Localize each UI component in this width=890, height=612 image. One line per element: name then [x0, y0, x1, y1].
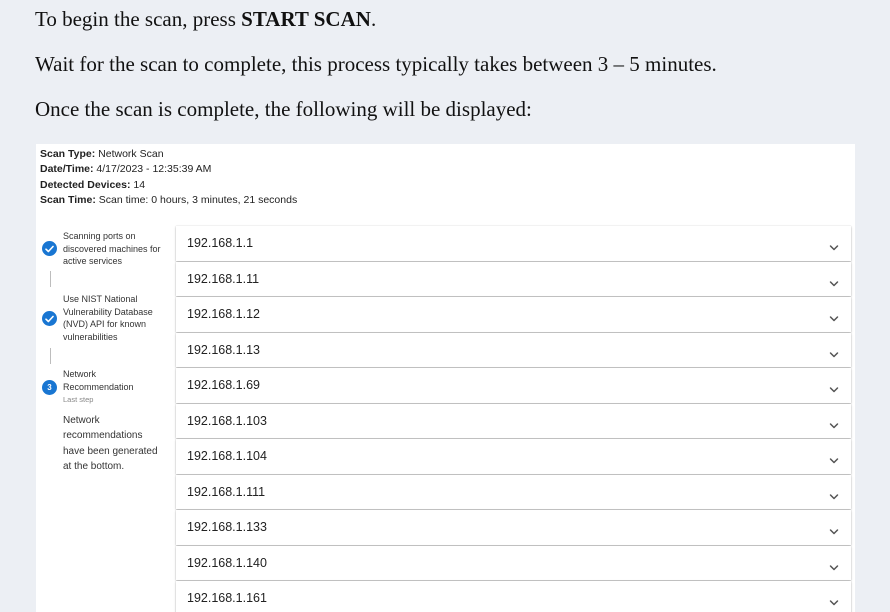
device-accordion-row[interactable]: 192.168.1.11 — [176, 261, 851, 296]
device-ip: 192.168.1.161 — [187, 591, 267, 605]
detected-devices-label: Detected Devices: — [40, 178, 131, 191]
step-label: Use NIST National Vulnerability Database (… — [63, 293, 166, 343]
step-connector — [50, 348, 51, 364]
step-label: Scanning ports on discovered machines for… — [63, 230, 166, 268]
scan-time-label: Scan Time: — [40, 193, 96, 206]
start-scan-label: START SCAN — [241, 7, 371, 31]
instruction-start-text: To begin the scan, press — [35, 7, 242, 31]
detected-devices-line: Detected Devices: 14 — [40, 178, 297, 193]
device-list: 192.168.1.1 192.168.1.11 192.168.1.12 192.1… — [176, 226, 851, 612]
datetime-line: Date/Time: 4/17/2023 - 12:35:39 AM — [40, 162, 297, 177]
scan-type-line: Scan Type: Network Scan — [40, 147, 297, 162]
check-circle-icon — [42, 241, 57, 256]
device-ip: 192.168.1.104 — [187, 449, 267, 463]
chevron-down-icon[interactable] — [829, 346, 839, 357]
instruction-start: To begin the scan, press START SCAN. — [35, 7, 376, 31]
chevron-down-icon[interactable] — [829, 488, 839, 499]
step-content: Network recommendations have been generate… — [63, 413, 168, 474]
step-label-line: vulnerabilities — [63, 331, 118, 342]
chevron-down-icon[interactable] — [829, 275, 839, 286]
step-content-line: Network — [63, 415, 100, 426]
instruction-wait: Wait for the scan to complete, this proc… — [35, 52, 717, 76]
instruction-start-suffix: . — [370, 7, 377, 31]
device-ip: 192.168.1.140 — [187, 555, 267, 570]
device-ip: 192.168.1.111 — [187, 484, 266, 499]
scan-info: Scan Type: Network Scan Date/Time: 4/17/… — [40, 147, 297, 208]
step-content-line: have been generated — [63, 445, 158, 457]
device-accordion-row[interactable]: 192.168.1.140 — [176, 545, 851, 580]
instruction-complete: Once the scan is complete, the following… — [35, 97, 532, 121]
device-accordion-row[interactable]: 192.168.1.133 — [176, 510, 851, 545]
chevron-down-icon[interactable] — [829, 417, 839, 428]
device-accordion-row[interactable]: 192.168.1.69 — [176, 368, 851, 403]
scan-type-label: Scan Type: — [40, 148, 96, 160]
device-accordion-row[interactable]: 192.168.1.111 — [176, 474, 851, 509]
datetime-value: 4/17/2023 - 12:35:39 AM — [96, 163, 212, 176]
device-ip: 192.168.1.13 — [187, 342, 260, 357]
step-connector — [50, 271, 51, 287]
detected-devices-value: 14 — [133, 178, 146, 191]
step-label: Network Recommendation — [63, 368, 166, 393]
step-label-line: Scanning ports on — [63, 231, 136, 241]
step-label-line: Network — [63, 369, 97, 379]
chevron-down-icon[interactable] — [829, 310, 839, 322]
scan-time-value: Scan time: 0 hours, 3 minutes, 21 second… — [98, 193, 298, 206]
step-content-line: at the bottom. — [63, 460, 125, 472]
device-accordion-row[interactable]: 192.168.1.12 — [176, 297, 851, 332]
scan-time-line: Scan Time: Scan time: 0 hours, 3 minutes… — [40, 193, 297, 208]
scan-results-panel: Scan Type: Network Scan Date/Time: 4/17/… — [36, 144, 855, 612]
device-accordion-row[interactable]: 192.168.1.1 — [176, 226, 851, 261]
device-accordion-row[interactable]: 192.168.1.103 — [176, 403, 851, 438]
step-label-line: Vulnerability Database — [63, 306, 153, 317]
device-ip: 192.168.1.103 — [187, 413, 267, 428]
device-accordion-row[interactable]: 192.168.1.161 — [176, 581, 851, 612]
step-label-line: Recommendation — [63, 381, 134, 392]
step-label-line: Use NIST National — [63, 294, 138, 304]
device-accordion-row[interactable]: 192.168.1.104 — [176, 439, 851, 474]
step-number: 3 — [47, 382, 52, 392]
step-number-icon: 3 — [42, 380, 57, 395]
device-accordion-row[interactable]: 192.168.1.13 — [176, 332, 851, 367]
chevron-down-icon[interactable] — [829, 381, 839, 393]
chevron-down-icon[interactable] — [829, 594, 839, 606]
step-content-line: recommendations — [63, 430, 143, 442]
chevron-down-icon[interactable] — [829, 452, 839, 464]
device-ip: 192.168.1.11 — [187, 271, 260, 286]
step-label-line: discovered machines for — [63, 243, 161, 254]
check-circle-icon — [42, 311, 57, 326]
step-label-line: active services — [63, 256, 123, 267]
device-ip: 192.168.1.69 — [187, 378, 260, 392]
device-ip: 192.168.1.1 — [187, 236, 254, 250]
device-ip: 192.168.1.12 — [187, 307, 260, 321]
scan-type-value: Network Scan — [98, 148, 164, 160]
step-label-line: (NVD) API for known — [63, 319, 147, 330]
step-optional-caption: Last step — [63, 395, 94, 404]
chevron-down-icon[interactable] — [829, 523, 839, 535]
chevron-down-icon[interactable] — [829, 559, 839, 570]
datetime-label: Date/Time: — [40, 163, 94, 176]
chevron-down-icon[interactable] — [829, 239, 839, 251]
device-ip: 192.168.1.133 — [187, 520, 267, 534]
